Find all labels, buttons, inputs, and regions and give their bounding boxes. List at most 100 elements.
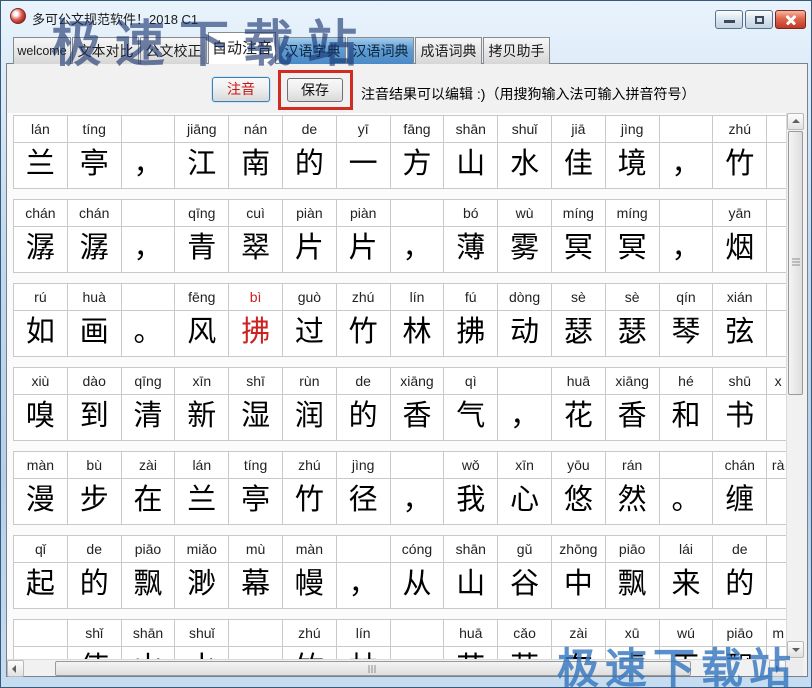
annotation-cell[interactable]: piāo飘	[713, 620, 767, 659]
annotation-cell[interactable]: shān山	[444, 536, 498, 608]
annotation-cell[interactable]	[391, 620, 445, 659]
annotation-cell-partial[interactable]: rà	[767, 452, 786, 524]
annotation-cell[interactable]: shǐ使	[68, 620, 122, 659]
annotation-cell[interactable]: piāo飘	[606, 536, 660, 608]
annotation-cell[interactable]: lín林	[391, 284, 445, 356]
annotation-cell[interactable]: guò过	[283, 284, 337, 356]
annotation-cell[interactable]: miǎo渺	[175, 536, 229, 608]
annotation-cell[interactable]: wù雾	[498, 200, 552, 272]
annotation-cell[interactable]: xīn新	[175, 368, 229, 440]
annotation-cell[interactable]: piàn片	[283, 200, 337, 272]
annotation-cell-partial[interactable]	[767, 116, 786, 188]
annotation-cell[interactable]: piāo飘	[122, 536, 176, 608]
annotation-cell[interactable]: piàn片	[337, 200, 391, 272]
annotation-cell[interactable]: jìng径	[337, 452, 391, 524]
horizontal-scrollbar-thumb[interactable]	[55, 661, 691, 676]
annotation-cell[interactable]: ，	[660, 116, 714, 188]
annotation-cell[interactable]: fú拂	[444, 284, 498, 356]
close-button[interactable]	[775, 10, 806, 29]
horizontal-scrollbar[interactable]	[7, 659, 786, 676]
annotation-cell[interactable]: shān山	[122, 620, 176, 659]
annotation-cell[interactable]: ，	[498, 368, 552, 440]
annotation-cell[interactable]: hé和	[660, 368, 714, 440]
vertical-scrollbar[interactable]	[786, 113, 803, 659]
annotation-cell[interactable]: huà画	[68, 284, 122, 356]
annotation-cell[interactable]: wú无	[660, 620, 714, 659]
annotation-cell[interactable]: jiā佳	[552, 116, 606, 188]
annotation-cell[interactable]: qǐ起	[14, 536, 68, 608]
tab-chinese-word-dictionary[interactable]: 汉语词典	[347, 37, 414, 64]
tab-document-proofread[interactable]: 公文校正	[140, 37, 207, 64]
annotation-cell[interactable]: qín琴	[660, 284, 714, 356]
tab-text-compare[interactable]: 文本对比	[72, 37, 139, 64]
annotation-cell[interactable]: shū书	[713, 368, 767, 440]
annotation-cell[interactable]: lín林	[337, 620, 391, 659]
minimize-button[interactable]	[715, 10, 743, 29]
annotation-cell[interactable]: fāng方	[391, 116, 445, 188]
annotation-cell[interactable]: cǎo草	[498, 620, 552, 659]
annotation-cell[interactable]: ，	[660, 200, 714, 272]
annotation-cell[interactable]: màn漫	[14, 452, 68, 524]
annotation-cell[interactable]: bù步	[68, 452, 122, 524]
annotation-cell[interactable]: mù幕	[229, 536, 283, 608]
tab-copy-assistant[interactable]: 拷贝助手	[483, 37, 550, 64]
annotation-cell[interactable]: ，	[391, 452, 445, 524]
annotation-cell[interactable]: shuǐ水	[175, 620, 229, 659]
annotation-cell[interactable]: màn幔	[283, 536, 337, 608]
annotation-cell[interactable]: lái来	[660, 536, 714, 608]
annotation-cell[interactable]: de的	[337, 368, 391, 440]
annotation-cell[interactable]: chán潺	[68, 200, 122, 272]
annotation-cell[interactable]: míng冥	[552, 200, 606, 272]
annotation-cell[interactable]: bì拂	[229, 284, 283, 356]
annotation-cell[interactable]: yī一	[337, 116, 391, 188]
annotation-cell[interactable]: ，	[122, 116, 176, 188]
tab-welcome[interactable]: welcome	[13, 37, 71, 64]
annotation-cell[interactable]	[14, 620, 68, 659]
annotation-cell-partial[interactable]	[767, 200, 786, 272]
annotation-cell[interactable]: xiāng香	[391, 368, 445, 440]
annotation-cell[interactable]: huā花	[444, 620, 498, 659]
annotation-cell[interactable]: ，	[337, 536, 391, 608]
annotation-cell[interactable]: zài在	[122, 452, 176, 524]
annotation-cell[interactable]: 。	[122, 284, 176, 356]
annotation-cell[interactable]: xiù嗅	[14, 368, 68, 440]
annotation-cell[interactable]: yān烟	[713, 200, 767, 272]
annotation-cell[interactable]: shān山	[444, 116, 498, 188]
annotation-cell[interactable]: wǒ我	[444, 452, 498, 524]
annotation-cell[interactable]: qì气	[444, 368, 498, 440]
annotation-cell[interactable]: nán南	[229, 116, 283, 188]
annotation-cell[interactable]: zhú竹	[713, 116, 767, 188]
annotation-cell[interactable]: xū虚	[606, 620, 660, 659]
annotation-cell[interactable]: xīn心	[498, 452, 552, 524]
annotation-cell[interactable]: rán然	[606, 452, 660, 524]
annotation-cell[interactable]: dào到	[68, 368, 122, 440]
annotation-cell[interactable]: shuǐ水	[498, 116, 552, 188]
annotation-cell[interactable]	[229, 620, 283, 659]
annotation-cell[interactable]: sè瑟	[606, 284, 660, 356]
annotation-cell[interactable]: jiāng江	[175, 116, 229, 188]
scroll-down-button[interactable]	[787, 641, 804, 658]
scroll-right-button[interactable]	[769, 660, 786, 677]
annotation-cell[interactable]: ，	[122, 200, 176, 272]
annotation-cell[interactable]: lán兰	[175, 452, 229, 524]
annotation-cell[interactable]: de的	[68, 536, 122, 608]
annotation-cell[interactable]: huā花	[552, 368, 606, 440]
annotation-cell[interactable]: cóng从	[391, 536, 445, 608]
annotation-cell[interactable]: zhōng中	[552, 536, 606, 608]
annotation-cell[interactable]: chán潺	[14, 200, 68, 272]
annotation-cell[interactable]: de的	[713, 536, 767, 608]
annotation-cell[interactable]: rú如	[14, 284, 68, 356]
maximize-button[interactable]	[745, 10, 773, 29]
annotation-cell[interactable]: cuì翠	[229, 200, 283, 272]
annotation-cell[interactable]: xián弦	[713, 284, 767, 356]
annotation-cell[interactable]: rùn润	[283, 368, 337, 440]
annotation-cell[interactable]: zhú竹	[283, 452, 337, 524]
annotation-cell[interactable]: míng冥	[606, 200, 660, 272]
tab-chinese-dictionary[interactable]: 汉语字典	[279, 37, 346, 64]
annotation-cell[interactable]: ，	[391, 200, 445, 272]
annotation-cell[interactable]: chán缠	[713, 452, 767, 524]
annotation-cell-partial[interactable]: x	[767, 368, 786, 440]
annotation-cell[interactable]: de的	[283, 116, 337, 188]
annotation-cell[interactable]: sè瑟	[552, 284, 606, 356]
scroll-left-button[interactable]	[7, 660, 24, 677]
